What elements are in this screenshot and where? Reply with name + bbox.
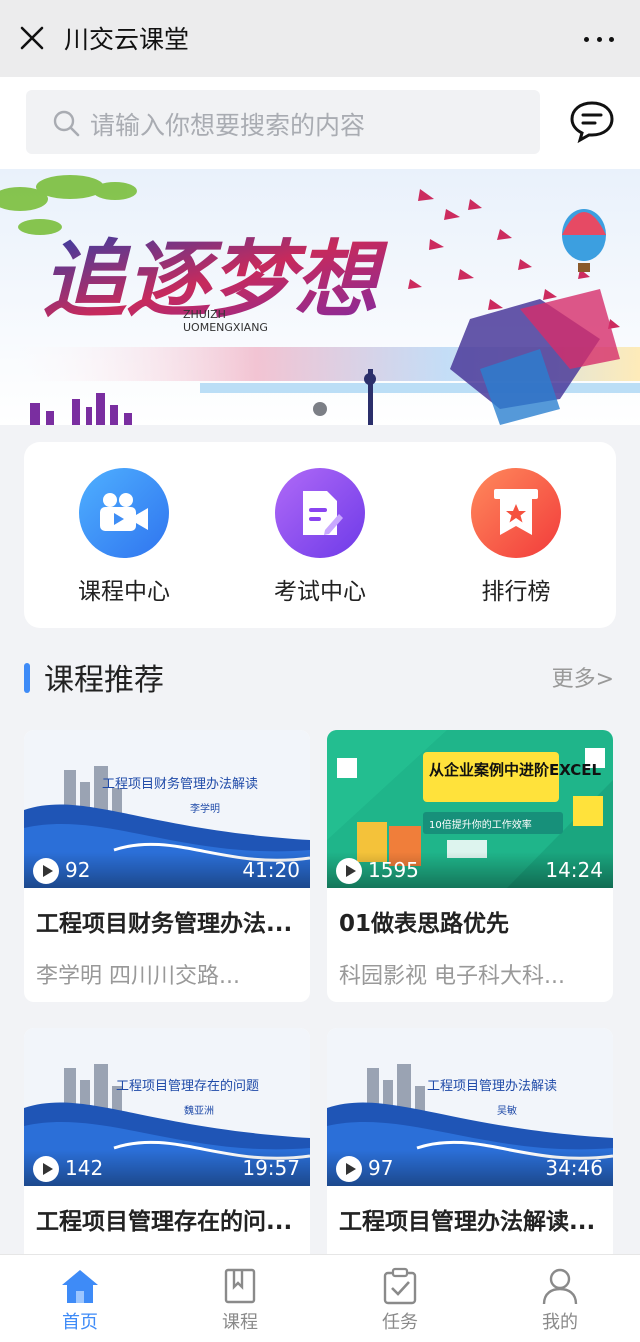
tab-course[interactable]: 课程 [200,1267,280,1334]
tab-label: 任务 [382,1312,418,1333]
course-thumbnail: 工程项目管理存在的问题 魏亚洲 142 19:57 [24,1028,310,1186]
recommended-courses-header: 课程推荐 更多> [24,655,616,699]
course-center-button[interactable]: 课程中心 [54,468,194,606]
thumb-title: 工程项目财务管理办法解读 [102,776,258,792]
ranking-button[interactable]: 排行榜 [446,468,586,606]
banner-carousel[interactable]: 追逐梦想 ZHUIZH UOMENGXIANG [0,169,640,425]
view-count: 92 [65,858,91,882]
thumb-title: 工程项目管理存在的问题 [116,1078,259,1094]
course-title: 01做表思路优先 [339,911,510,937]
exam-center-label: 考试中心 [274,579,366,605]
course-card[interactable]: 从企业案例中进阶EXCEL 10倍提升你的工作效率 1595 14:24 01做… [327,730,613,1002]
search-input[interactable]: 请输入你想要搜索的内容 [26,90,540,154]
more-options-icon[interactable] [584,24,614,54]
thumb-author: 吴敏 [497,1104,517,1117]
video-camera-icon [79,468,169,558]
banner-pinyin-1: ZHUIZH [183,308,226,321]
course-title: 工程项目管理办法解读... [339,1209,596,1235]
course-meta: 李学明 四川川交路... [36,964,240,989]
home-icon [62,1270,98,1303]
course-card[interactable]: 工程项目财务管理办法解读 李学明 92 41:20 工程项目财务管理办法... … [24,730,310,1002]
banner-pinyin-2: UOMENGXIANG [183,321,268,334]
tab-label: 课程 [222,1312,258,1333]
ranking-award-icon [471,468,561,558]
close-icon[interactable] [18,24,46,52]
course-icon [224,1268,256,1304]
section-accent-bar [24,663,30,693]
thumb-title: 从企业案例中进阶EXCEL [429,761,602,779]
top-bar: 川交云课堂 [0,0,640,77]
duration: 14:24 [545,858,603,882]
app-title: 川交云课堂 [64,25,190,54]
course-title: 工程项目财务管理办法... [36,911,293,937]
thumb-author: 李学明 [190,802,220,815]
play-icon [336,1156,362,1182]
view-count: 97 [368,1156,394,1180]
thumb-author: 魏亚洲 [184,1104,214,1117]
tab-label: 首页 [62,1312,98,1333]
duration: 34:46 [545,1156,603,1180]
view-count: 1595 [368,858,419,882]
course-center-label: 课程中心 [78,579,170,605]
profile-icon [542,1268,578,1305]
course-thumbnail: 工程项目财务管理办法解读 李学明 92 41:20 [24,730,310,888]
play-icon [336,858,362,884]
tab-profile[interactable]: 我的 [520,1267,600,1334]
task-icon [383,1267,417,1305]
course-thumbnail: 工程项目管理办法解读 吴敏 97 34:46 [327,1028,613,1186]
duration: 19:57 [242,1156,300,1180]
course-title: 工程项目管理存在的问... [36,1209,293,1235]
section-title: 课程推荐 [44,663,164,698]
ranking-label: 排行榜 [481,579,551,605]
play-icon [33,1156,59,1182]
search-placeholder: 请输入你想要搜索的内容 [90,111,366,140]
search-icon [53,110,80,137]
search-area: 请输入你想要搜索的内容 [0,77,640,169]
thumb-title: 工程项目管理办法解读 [427,1079,557,1094]
thumb-subtitle: 10倍提升你的工作效率 [429,818,532,831]
message-icon[interactable] [568,97,616,145]
exam-paper-icon [275,468,365,558]
quick-actions: 课程中心 考试中心 排行榜 [24,442,616,628]
carousel-indicator[interactable] [313,402,327,416]
more-link[interactable]: 更多> [552,661,614,693]
view-count: 142 [65,1156,104,1180]
tab-task[interactable]: 任务 [360,1267,440,1334]
bottom-tab-bar: 首页 课程 任务 我的 [0,1254,640,1342]
course-thumbnail: 从企业案例中进阶EXCEL 10倍提升你的工作效率 1595 14:24 [327,730,613,888]
play-icon [33,858,59,884]
tab-label: 我的 [542,1312,578,1333]
duration: 41:20 [242,858,300,882]
exam-center-button[interactable]: 考试中心 [250,468,390,606]
course-meta: 科园影视 电子科大科... [339,964,565,989]
tab-home[interactable]: 首页 [40,1267,120,1334]
